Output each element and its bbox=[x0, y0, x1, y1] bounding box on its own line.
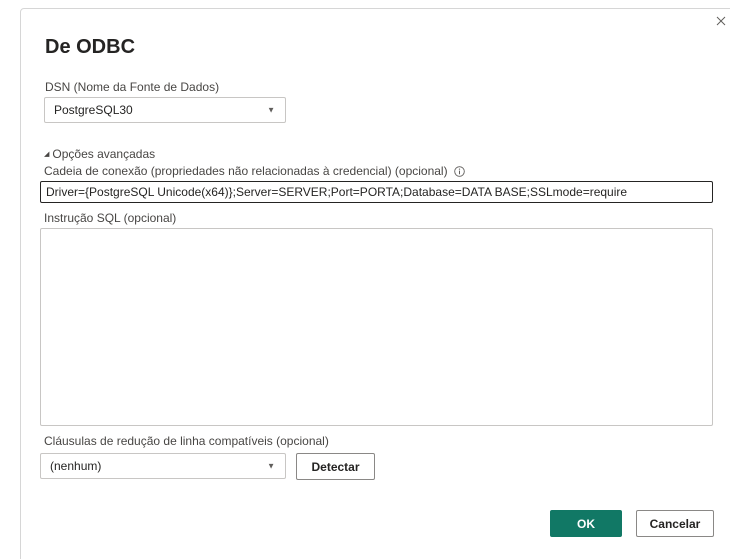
chevron-down-icon: ▼ bbox=[267, 105, 275, 115]
dsn-select[interactable]: PostgreSQL30 ▼ bbox=[44, 97, 286, 123]
odbc-dialog: De ODBC DSN (Nome da Fonte de Dados) Pos… bbox=[0, 0, 730, 559]
dsn-select-value: PostgreSQL30 bbox=[54, 103, 133, 117]
chevron-down-icon: ▼ bbox=[267, 461, 275, 471]
close-icon[interactable] bbox=[714, 14, 728, 28]
advanced-options-label: Opções avançadas bbox=[52, 147, 156, 161]
connection-string-label: Cadeia de conexão (propriedades não rela… bbox=[44, 164, 465, 178]
row-reduction-select[interactable]: (nenhum) ▼ bbox=[40, 453, 286, 479]
sql-statement-label: Instrução SQL (opcional) bbox=[44, 211, 177, 225]
ok-button[interactable]: OK bbox=[550, 510, 622, 537]
connection-string-label-text: Cadeia de conexão (propriedades não rela… bbox=[44, 164, 448, 178]
collapse-triangle-icon: ◢ bbox=[44, 151, 50, 158]
cancel-button[interactable]: Cancelar bbox=[636, 510, 714, 537]
row-reduction-select-value: (nenhum) bbox=[50, 459, 102, 473]
dialog-title: De ODBC bbox=[45, 36, 136, 58]
detect-button[interactable]: Detectar bbox=[296, 453, 375, 480]
connection-string-input[interactable]: Driver={PostgreSQL Unicode(x64)};Server=… bbox=[40, 181, 713, 203]
row-reduction-label: Cláusulas de redução de linha compatívei… bbox=[44, 434, 329, 448]
info-icon[interactable] bbox=[454, 166, 465, 178]
sql-statement-textarea[interactable] bbox=[40, 228, 713, 426]
dsn-label: DSN (Nome da Fonte de Dados) bbox=[45, 80, 220, 94]
advanced-options-toggle[interactable]: ◢ Opções avançadas bbox=[44, 147, 155, 161]
